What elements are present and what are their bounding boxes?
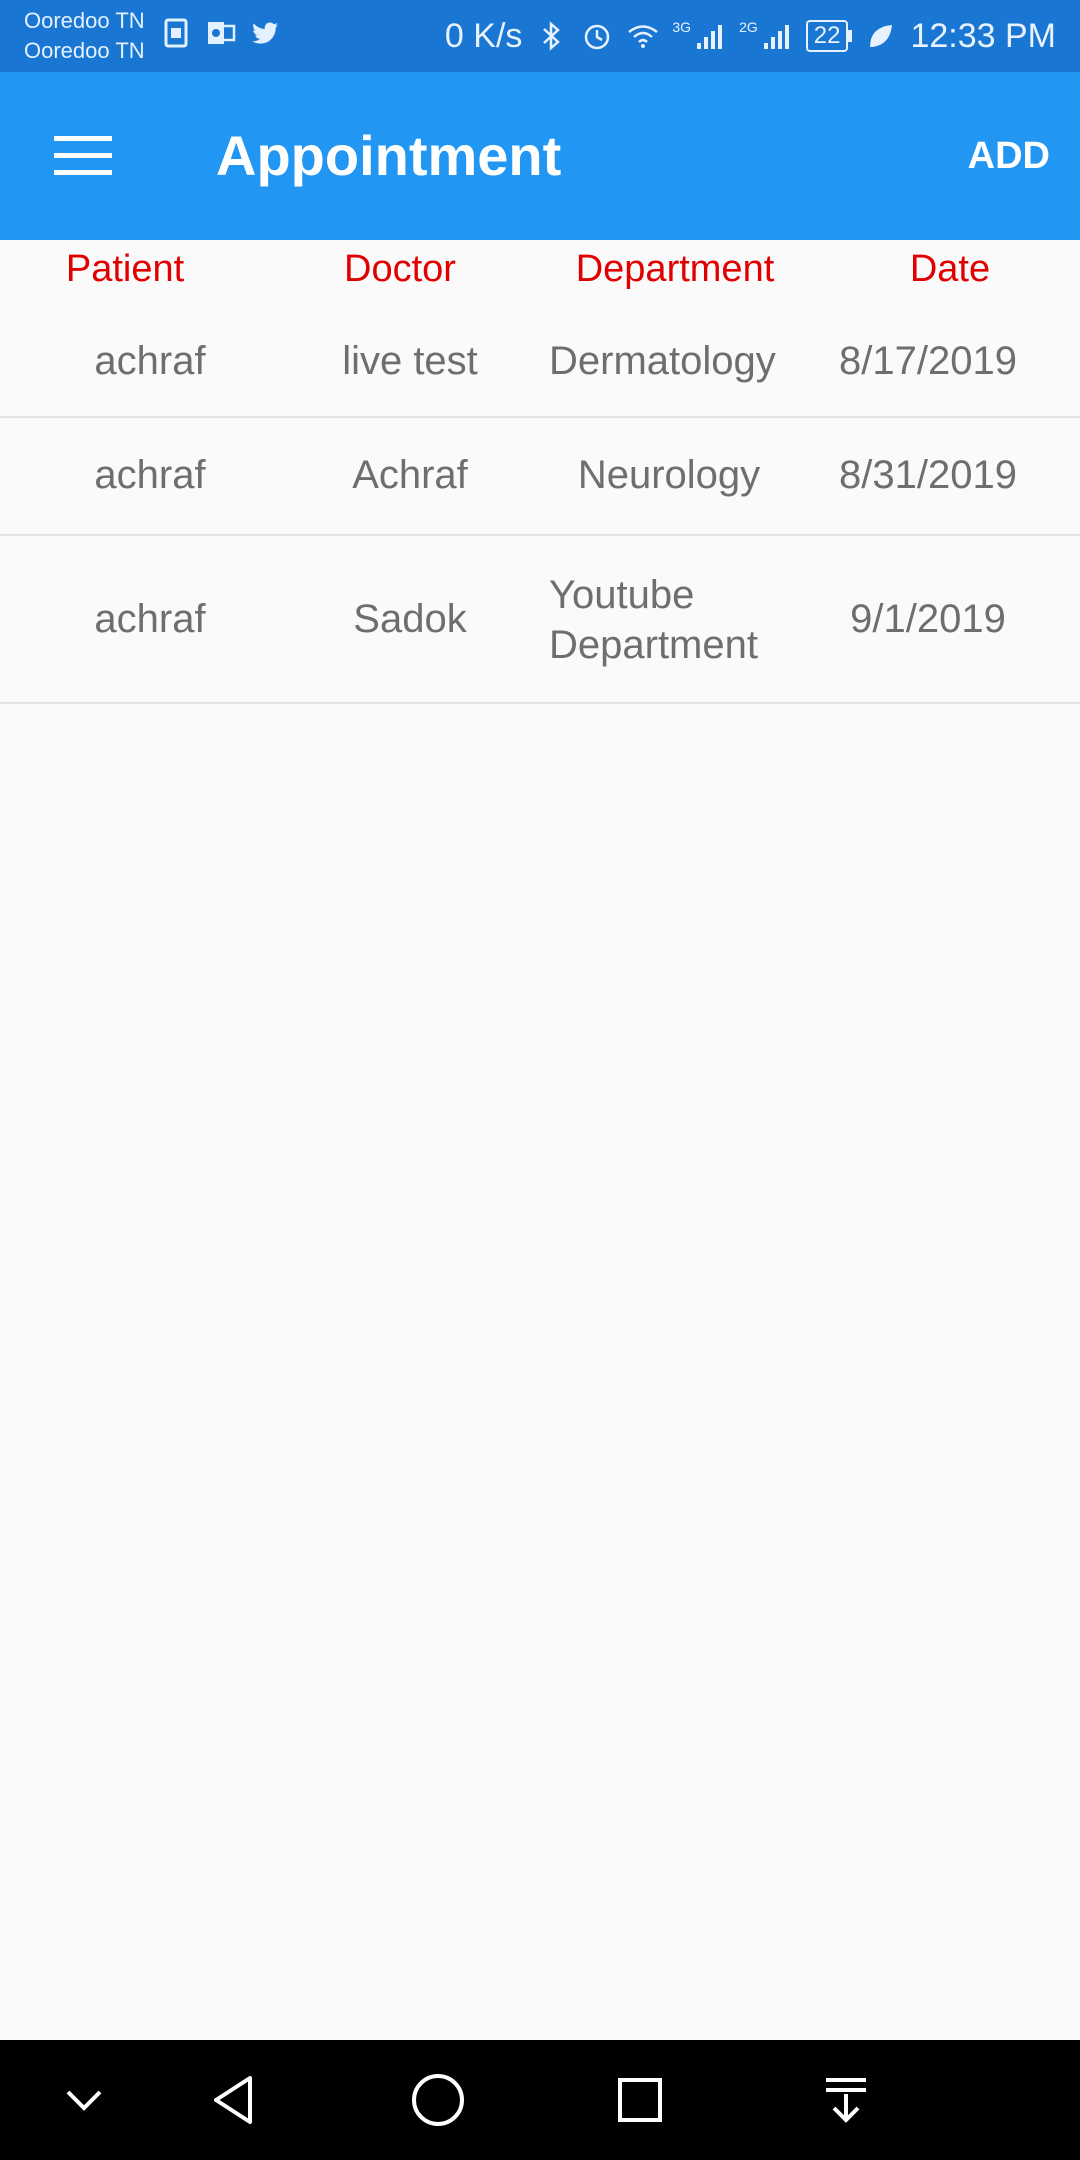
menu-button[interactable] xyxy=(40,120,126,192)
twitter-icon xyxy=(252,22,278,44)
cell-patient: achraf xyxy=(94,597,206,641)
clock: 12:33 PM xyxy=(910,16,1056,55)
sim-card-icon xyxy=(164,18,188,48)
header-doctor: Doctor xyxy=(344,248,456,290)
carrier-2: Ooredoo TN xyxy=(24,38,145,63)
nav-notification-button[interactable] xyxy=(806,2060,886,2140)
cell-department: Youtube Department xyxy=(549,573,758,667)
nav-home-button[interactable] xyxy=(398,2060,478,2140)
nav-hide-button[interactable] xyxy=(44,2060,124,2140)
battery-indicator: 22 xyxy=(805,20,853,52)
signal-1-label: 3G xyxy=(672,19,692,35)
add-button[interactable]: ADD xyxy=(968,72,1050,240)
alarm-icon xyxy=(585,24,610,50)
table-row[interactable]: achraf Sadok Youtube Department 9/1/2019 xyxy=(0,536,1080,704)
table-row[interactable]: achraf Achraf Neurology 8/31/2019 xyxy=(0,418,1080,536)
status-bar: Ooredoo TN Ooredoo TN 0 K/s 3G 2G 22 12:… xyxy=(0,0,1080,72)
network-speed: 0 K/s xyxy=(444,16,523,55)
header-date: Date xyxy=(909,248,991,290)
page-title: Appointment xyxy=(216,124,562,187)
signal-2-label: 2G xyxy=(739,19,758,35)
notification-pull-icon xyxy=(826,2078,866,2123)
cell-date: 8/17/2019 xyxy=(839,339,1017,383)
appointments-table: Patient Doctor Department Date achraf li… xyxy=(0,240,1080,704)
table-row[interactable]: achraf live test Dermatology 8/17/2019 xyxy=(0,304,1080,418)
status-right-group: 0 K/s 3G 2G 22 12:33 PM xyxy=(445,0,1056,72)
signal-strength-icon xyxy=(697,25,723,49)
system-navigation-bar xyxy=(0,2040,1080,2160)
recents-icon xyxy=(618,2078,662,2122)
cell-department: Neurology xyxy=(577,453,761,497)
carrier-1: Ooredoo TN xyxy=(24,8,145,33)
bluetooth-icon xyxy=(543,21,561,51)
cell-doctor: Sadok xyxy=(353,597,467,641)
cell-doctor: live test xyxy=(342,339,478,383)
cell-date: 8/31/2019 xyxy=(839,453,1017,497)
cell-patient: achraf xyxy=(94,339,206,383)
signal-1: 3G xyxy=(672,19,727,53)
cell-patient: achraf xyxy=(94,453,206,497)
header-department: Department xyxy=(575,248,775,290)
signal-2: 2G xyxy=(739,19,794,53)
hamburger-menu-icon xyxy=(54,136,112,175)
header-patient: Patient xyxy=(65,248,185,290)
cell-department: Dermatology xyxy=(549,339,776,383)
status-notification-icons xyxy=(160,16,282,50)
table-header: Patient Doctor Department Date xyxy=(0,240,1080,304)
cell-doctor: Achraf xyxy=(352,453,468,497)
back-icon xyxy=(214,2076,252,2124)
battery-icon: 22 xyxy=(805,20,849,52)
chevron-down-icon xyxy=(66,2090,102,2111)
battery-tip xyxy=(848,30,853,42)
carrier-labels: Ooredoo TN Ooredoo TN xyxy=(24,6,145,66)
nav-back-button[interactable] xyxy=(194,2060,274,2140)
signal-strength-icon xyxy=(763,25,789,49)
home-icon xyxy=(412,2074,464,2126)
wifi-icon xyxy=(628,25,659,48)
leaf-icon xyxy=(870,25,893,47)
cell-date: 9/1/2019 xyxy=(850,597,1006,641)
app-bar: Appointment ADD xyxy=(0,72,1080,240)
nav-recents-button[interactable] xyxy=(600,2060,680,2140)
outlook-icon xyxy=(208,22,236,44)
